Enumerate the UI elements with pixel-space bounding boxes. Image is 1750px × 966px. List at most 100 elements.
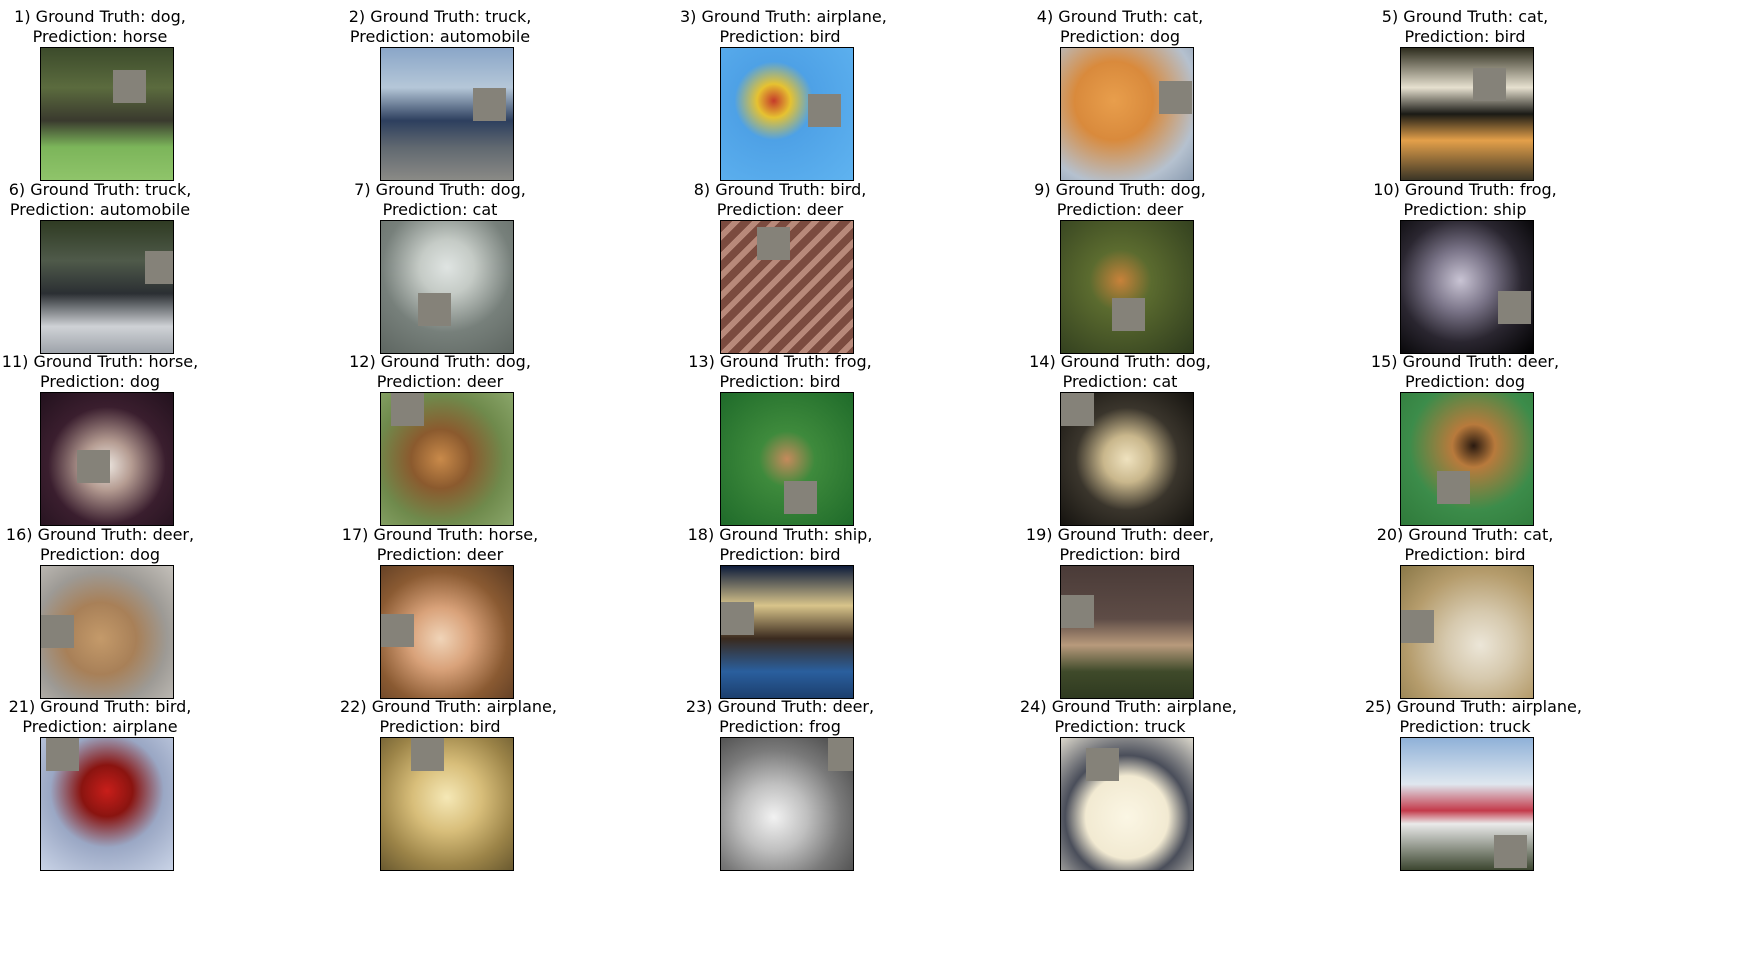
ground-truth-label: 8) Ground Truth: bird, bbox=[693, 180, 867, 199]
prediction-caption: 25) Ground Truth: airplane, Prediction: t… bbox=[1365, 697, 1582, 737]
ground-truth-label: 7) Ground Truth: dog, bbox=[354, 180, 526, 199]
occlusion-patch bbox=[46, 738, 79, 771]
prediction-caption: 16) Ground Truth: deer, Prediction: dog bbox=[0, 525, 200, 565]
prediction-label: Prediction: dog bbox=[39, 372, 161, 391]
prediction-label: Prediction: truck bbox=[1399, 717, 1531, 736]
sample-image bbox=[1400, 565, 1534, 699]
sample-image bbox=[380, 220, 514, 354]
occlusion-patch bbox=[41, 615, 74, 648]
prediction-label: Prediction: deer bbox=[376, 545, 504, 564]
sample-image bbox=[1400, 737, 1534, 871]
ground-truth-label: 15) Ground Truth: deer, bbox=[1370, 352, 1560, 371]
prediction-caption: 6) Ground Truth: truck, Prediction: autom… bbox=[0, 180, 200, 220]
prediction-caption: 9) Ground Truth: dog, Prediction: deer bbox=[1020, 180, 1220, 220]
occlusion-patch bbox=[418, 293, 451, 326]
prediction-label: Prediction: bird bbox=[719, 545, 841, 564]
sample-image bbox=[1060, 47, 1194, 181]
prediction-label: Prediction: bird bbox=[1059, 545, 1181, 564]
prediction-label: Prediction: dog bbox=[1059, 27, 1181, 46]
occlusion-patch bbox=[77, 450, 110, 483]
ground-truth-label: 21) Ground Truth: bird, bbox=[8, 697, 192, 716]
occlusion-patch bbox=[473, 88, 506, 121]
sample-image bbox=[40, 47, 174, 181]
prediction-label: Prediction: dog bbox=[1404, 372, 1526, 391]
occlusion-patch bbox=[381, 614, 414, 647]
ground-truth-label: 24) Ground Truth: airplane, bbox=[1020, 697, 1237, 716]
prediction-label: Prediction: airplane bbox=[22, 717, 178, 736]
prediction-caption: 1) Ground Truth: dog, Prediction: horse bbox=[0, 7, 200, 47]
ground-truth-label: 9) Ground Truth: dog, bbox=[1034, 180, 1206, 199]
ground-truth-label: 22) Ground Truth: airplane, bbox=[340, 697, 557, 716]
prediction-label: Prediction: deer bbox=[1056, 200, 1184, 219]
occlusion-patch bbox=[145, 251, 173, 284]
prediction-label: Prediction: bird bbox=[379, 717, 501, 736]
ground-truth-label: 11) Ground Truth: horse, bbox=[1, 352, 199, 371]
ground-truth-label: 23) Ground Truth: deer, bbox=[685, 697, 875, 716]
prediction-label: Prediction: dog bbox=[39, 545, 161, 564]
sample-image bbox=[1400, 47, 1534, 181]
sample-image bbox=[1060, 737, 1194, 871]
ground-truth-label: 2) Ground Truth: truck, bbox=[348, 7, 532, 26]
prediction-caption: 24) Ground Truth: airplane, Prediction: t… bbox=[1020, 697, 1237, 737]
sample-image bbox=[1400, 220, 1534, 354]
ground-truth-label: 5) Ground Truth: cat, bbox=[1381, 7, 1549, 26]
occlusion-patch bbox=[757, 227, 790, 260]
prediction-caption: 3) Ground Truth: airplane, Prediction: bi… bbox=[680, 7, 887, 47]
prediction-label: Prediction: bird bbox=[1404, 27, 1526, 46]
prediction-caption: 13) Ground Truth: frog, Prediction: bird bbox=[680, 352, 880, 392]
occlusion-patch bbox=[1498, 291, 1531, 324]
prediction-label: Prediction: cat bbox=[382, 200, 498, 219]
ground-truth-label: 1) Ground Truth: dog, bbox=[14, 7, 186, 26]
prediction-caption: 8) Ground Truth: bird, Prediction: deer bbox=[680, 180, 880, 220]
occlusion-patch bbox=[113, 70, 146, 103]
ground-truth-label: 25) Ground Truth: airplane, bbox=[1365, 697, 1582, 716]
prediction-caption: 10) Ground Truth: frog, Prediction: ship bbox=[1365, 180, 1565, 220]
prediction-caption: 18) Ground Truth: ship, Prediction: bird bbox=[680, 525, 880, 565]
occlusion-patch bbox=[1473, 68, 1506, 101]
ground-truth-label: 10) Ground Truth: frog, bbox=[1373, 180, 1557, 199]
sample-image bbox=[1060, 565, 1194, 699]
prediction-caption: 2) Ground Truth: truck, Prediction: autom… bbox=[340, 7, 540, 47]
prediction-label: Prediction: bird bbox=[719, 27, 841, 46]
prediction-caption: 12) Ground Truth: dog, Prediction: deer bbox=[340, 352, 540, 392]
ground-truth-label: 20) Ground Truth: cat, bbox=[1376, 525, 1554, 544]
sample-image bbox=[40, 737, 174, 871]
occlusion-patch bbox=[1494, 835, 1527, 868]
occlusion-patch bbox=[721, 602, 754, 635]
prediction-caption: 14) Ground Truth: dog, Prediction: cat bbox=[1020, 352, 1220, 392]
prediction-caption: 17) Ground Truth: horse, Prediction: deer bbox=[340, 525, 540, 565]
prediction-caption: 21) Ground Truth: bird, Prediction: airpl… bbox=[0, 697, 200, 737]
occlusion-patch bbox=[411, 738, 444, 771]
sample-image bbox=[720, 47, 854, 181]
sample-image bbox=[720, 392, 854, 526]
occlusion-patch bbox=[1112, 298, 1145, 331]
ground-truth-label: 3) Ground Truth: airplane, bbox=[680, 7, 887, 26]
prediction-label: Prediction: deer bbox=[376, 372, 504, 391]
sample-image bbox=[380, 565, 514, 699]
ground-truth-label: 12) Ground Truth: dog, bbox=[349, 352, 531, 371]
sample-image bbox=[1060, 220, 1194, 354]
occlusion-patch bbox=[1061, 393, 1094, 426]
prediction-caption: 20) Ground Truth: cat, Prediction: bird bbox=[1365, 525, 1565, 565]
ground-truth-label: 17) Ground Truth: horse, bbox=[341, 525, 539, 544]
occlusion-patch bbox=[784, 481, 817, 514]
occlusion-patch bbox=[828, 738, 853, 771]
sample-image bbox=[380, 392, 514, 526]
sample-image bbox=[1060, 392, 1194, 526]
prediction-label: Prediction: ship bbox=[1403, 200, 1527, 219]
prediction-caption: 15) Ground Truth: deer, Prediction: dog bbox=[1365, 352, 1565, 392]
prediction-label: Prediction: bird bbox=[1404, 545, 1526, 564]
ground-truth-label: 14) Ground Truth: dog, bbox=[1029, 352, 1211, 371]
sample-image bbox=[720, 737, 854, 871]
occlusion-patch bbox=[391, 393, 424, 426]
sample-image bbox=[720, 220, 854, 354]
sample-image bbox=[40, 565, 174, 699]
prediction-label: Prediction: automobile bbox=[9, 200, 191, 219]
prediction-label: Prediction: deer bbox=[716, 200, 844, 219]
sample-image bbox=[720, 565, 854, 699]
sample-image bbox=[380, 737, 514, 871]
prediction-label: Prediction: automobile bbox=[349, 27, 531, 46]
ground-truth-label: 6) Ground Truth: truck, bbox=[8, 180, 192, 199]
prediction-label: Prediction: bird bbox=[719, 372, 841, 391]
prediction-caption: 19) Ground Truth: deer, Prediction: bird bbox=[1020, 525, 1220, 565]
